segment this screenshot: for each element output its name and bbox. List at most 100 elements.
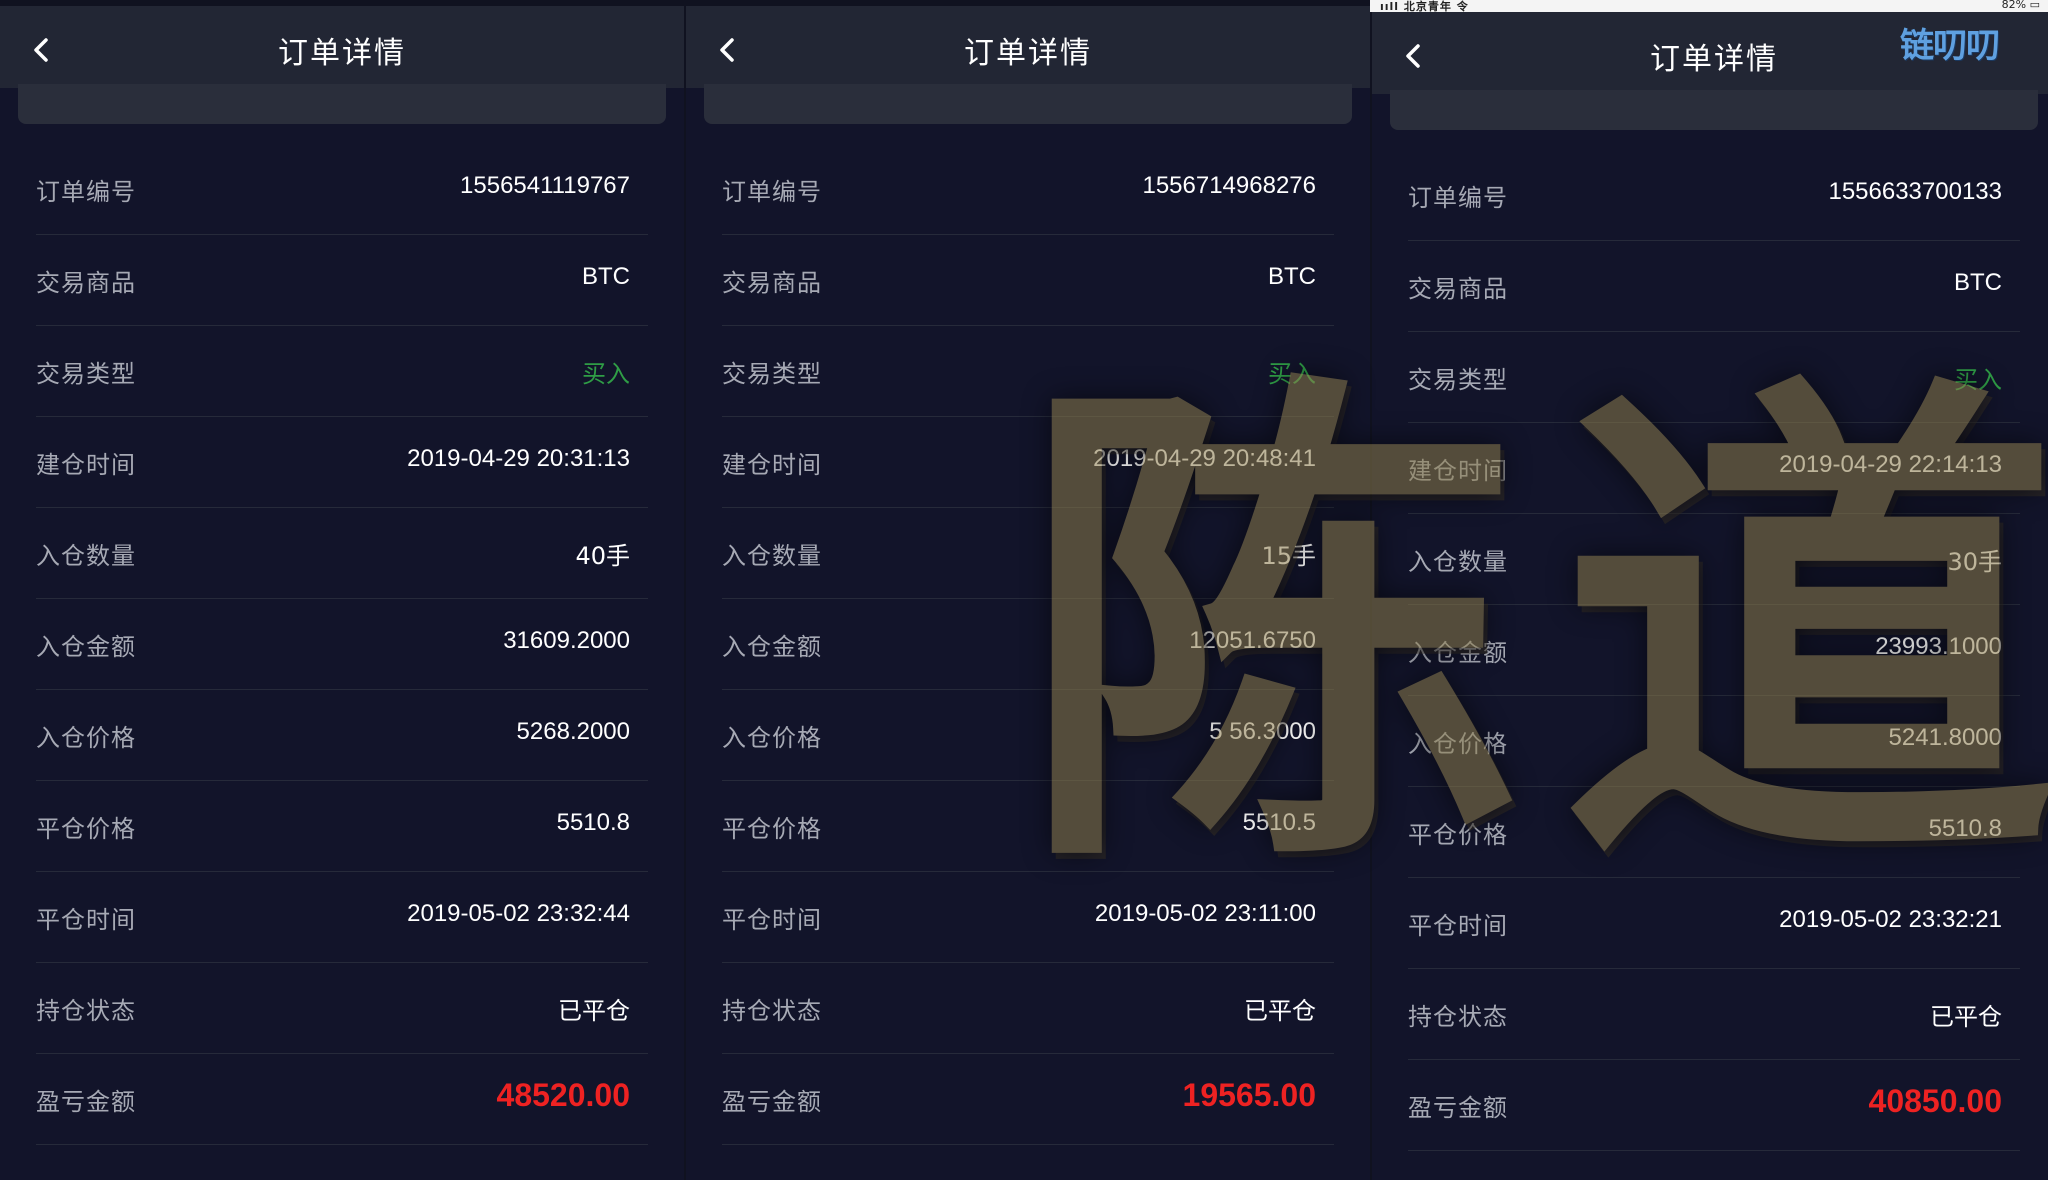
nav-bar: 订单详情	[686, 6, 1370, 88]
row-value: 5510.8	[1928, 815, 2002, 842]
row-value: 5 56.3000	[1209, 718, 1316, 745]
row-label: 交易商品	[722, 269, 822, 297]
row-value: 15手	[1261, 542, 1316, 570]
row-value: 23993.1000	[1875, 633, 2002, 660]
row-label: 入仓价格	[36, 724, 136, 752]
signal-indicator: ııll 北京青年 令	[1380, 0, 1469, 12]
row-quantity: 入仓数量 30手	[1408, 514, 2020, 605]
row-position-status: 持仓状态 已平仓	[722, 963, 1334, 1054]
row-value: 2019-04-29 20:31:13	[407, 445, 630, 472]
row-value: 已平仓	[558, 997, 630, 1025]
row-label: 持仓状态	[722, 997, 822, 1025]
order-detail-list: 订单编号 1556633700133 交易商品 BTC 交易类型 买入 建仓时间 201…	[1408, 150, 2020, 1151]
row-profit: 盈亏金额 40850.00	[1408, 1060, 2020, 1151]
nav-extension	[1390, 90, 2038, 130]
row-value: BTC	[582, 263, 630, 290]
row-label: 入仓价格	[722, 724, 822, 752]
row-label: 入仓数量	[1408, 548, 1508, 576]
row-value: 已平仓	[1244, 997, 1316, 1025]
row-label: 订单编号	[722, 178, 822, 206]
row-value: 1556714968276	[1142, 172, 1316, 199]
profit-value: 40850.00	[1868, 1083, 2002, 1119]
row-open-time: 建仓时间 2019-04-29 20:48:41	[722, 417, 1334, 508]
row-label: 入仓数量	[722, 542, 822, 570]
order-detail-list: 订单编号 1556714968276 交易商品 BTC 交易类型 买入 建仓时间 201…	[722, 144, 1334, 1145]
row-order-number: 订单编号 1556714968276	[722, 144, 1334, 235]
row-value: 2019-04-29 22:14:13	[1779, 451, 2002, 478]
row-open-time: 建仓时间 2019-04-29 22:14:13	[1408, 423, 2020, 514]
nav-extension	[18, 84, 666, 124]
row-label: 订单编号	[36, 178, 136, 206]
row-value: 2019-04-29 20:48:41	[1093, 445, 1316, 472]
row-value: 30手	[1947, 548, 2002, 576]
row-value: 5510.5	[1242, 809, 1316, 836]
row-label: 建仓时间	[1408, 457, 1508, 485]
order-detail-list: 订单编号 1556541119767 交易商品 BTC 交易类型 买入 建仓时间 201…	[36, 144, 648, 1145]
row-value: 1556541119767	[460, 172, 630, 199]
row-value: 40手	[575, 542, 630, 570]
page-title: 订单详情	[964, 36, 1092, 71]
row-trade-type: 交易类型 买入	[1408, 332, 2020, 423]
site-logo: 链叨叨	[1900, 26, 2000, 66]
row-open-price: 入仓价格 5 56.3000	[722, 690, 1334, 781]
row-label: 平仓时间	[36, 906, 136, 934]
row-value: 买入	[1268, 360, 1316, 388]
row-open-time: 建仓时间 2019-04-29 20:31:13	[36, 417, 648, 508]
row-label: 建仓时间	[722, 451, 822, 479]
row-label: 平仓时间	[1408, 912, 1508, 940]
row-position-status: 持仓状态 已平仓	[1408, 969, 2020, 1060]
row-open-price: 入仓价格 5241.8000	[1408, 696, 2020, 787]
row-product: 交易商品 BTC	[722, 235, 1334, 326]
row-position-status: 持仓状态 已平仓	[36, 963, 648, 1054]
row-value: 5241.8000	[1888, 724, 2002, 751]
row-label: 盈亏金额	[1408, 1094, 1508, 1122]
row-label: 持仓状态	[36, 997, 136, 1025]
row-value: 2019-05-02 23:32:21	[1779, 906, 2002, 933]
row-label: 入仓数量	[36, 542, 136, 570]
row-trade-type: 交易类型 买入	[722, 326, 1334, 417]
row-label: 平仓价格	[1408, 821, 1508, 849]
row-open-amount: 入仓金额 12051.6750	[722, 599, 1334, 690]
row-label: 盈亏金额	[36, 1088, 136, 1116]
row-order-number: 订单编号 1556541119767	[36, 144, 648, 235]
row-profit: 盈亏金额 19565.00	[722, 1054, 1334, 1145]
row-label: 入仓金额	[722, 633, 822, 661]
row-label: 平仓时间	[722, 906, 822, 934]
row-product: 交易商品 BTC	[36, 235, 648, 326]
row-value: 5510.8	[556, 809, 630, 836]
row-product: 交易商品 BTC	[1408, 241, 2020, 332]
row-close-price: 平仓价格 5510.5	[722, 781, 1334, 872]
row-quantity: 入仓数量 40手	[36, 508, 648, 599]
row-label: 盈亏金额	[722, 1088, 822, 1116]
row-value: 买入	[1954, 366, 2002, 394]
row-value: BTC	[1954, 269, 2002, 296]
row-trade-type: 交易类型 买入	[36, 326, 648, 417]
battery-indicator: 82% ▭	[2001, 0, 2040, 11]
row-value: 2019-05-02 23:11:00	[1094, 900, 1316, 927]
nav-extension	[704, 84, 1352, 124]
status-bar: ııll 北京青年 令 82% ▭	[1370, 0, 2048, 12]
row-value: 1556633700133	[1828, 178, 2002, 205]
order-detail-screen-1: 订单详情 订单编号 1556541119767 交易商品 BTC 交易类型 买入 建仓…	[0, 6, 684, 1180]
row-label: 入仓价格	[1408, 730, 1508, 758]
row-label: 交易类型	[36, 360, 136, 388]
row-close-time: 平仓时间 2019-05-02 23:32:44	[36, 872, 648, 963]
row-open-amount: 入仓金额 31609.2000	[36, 599, 648, 690]
row-value: 买入	[582, 360, 630, 388]
nav-bar: 订单详情	[0, 6, 684, 88]
row-open-price: 入仓价格 5268.2000	[36, 690, 648, 781]
order-detail-screen-2: 订单详情 订单编号 1556714968276 交易商品 BTC 交易类型 买入 建仓…	[686, 6, 1370, 1180]
row-quantity: 入仓数量 15手	[722, 508, 1334, 599]
row-label: 交易类型	[722, 360, 822, 388]
row-open-amount: 入仓金额 23993.1000	[1408, 605, 2020, 696]
row-label: 建仓时间	[36, 451, 136, 479]
row-label: 持仓状态	[1408, 1003, 1508, 1031]
row-order-number: 订单编号 1556633700133	[1408, 150, 2020, 241]
row-value: 已平仓	[1930, 1003, 2002, 1031]
row-label: 订单编号	[1408, 184, 1508, 212]
row-close-time: 平仓时间 2019-05-02 23:32:21	[1408, 878, 2020, 969]
row-label: 入仓金额	[1408, 639, 1508, 667]
row-label: 平仓价格	[722, 815, 822, 843]
profit-value: 19565.00	[1182, 1077, 1316, 1113]
row-label: 平仓价格	[36, 815, 136, 843]
